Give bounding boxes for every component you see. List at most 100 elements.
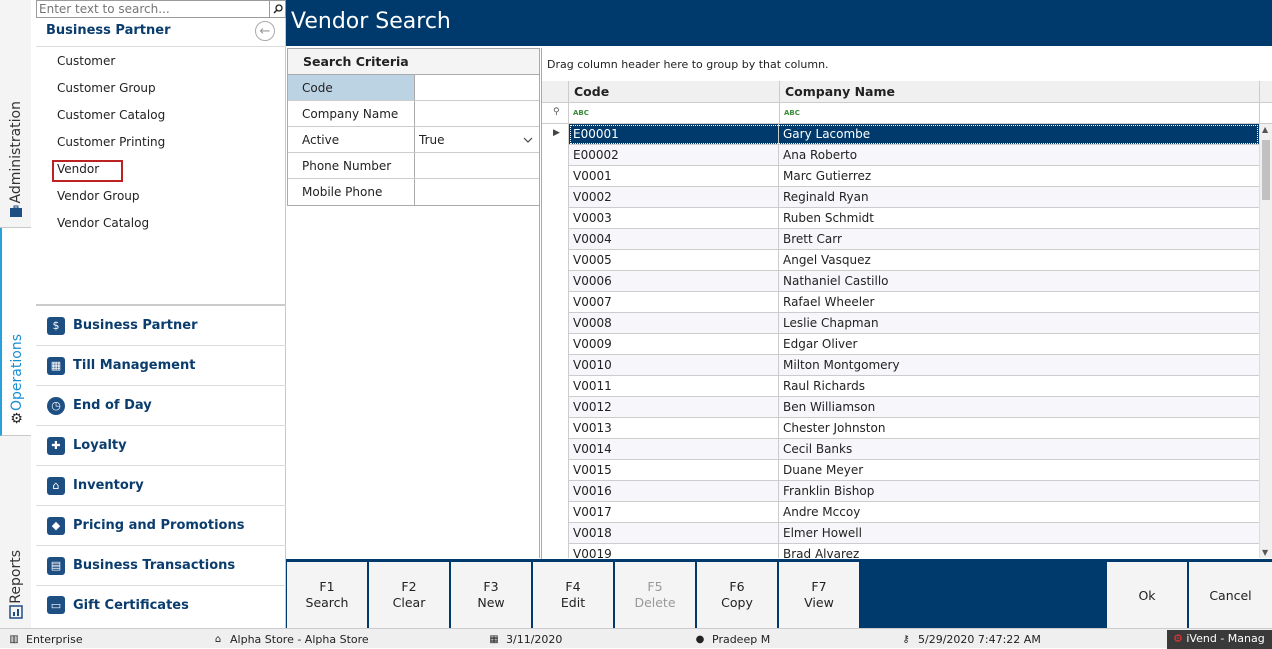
cell-code: V0017 — [569, 502, 779, 522]
view-button[interactable]: F7 View — [779, 562, 859, 628]
cell-code: V0003 — [569, 208, 779, 228]
table-row[interactable]: V0010 Milton Montgomery — [569, 355, 1259, 376]
nav-item-vendor-catalog[interactable]: Vendor Catalog — [57, 213, 149, 233]
category-end-of-day[interactable]: ◷ End of Day — [36, 386, 286, 426]
app-taskbar-button[interactable]: ⚙ iVend - Manag — [1167, 630, 1272, 649]
category-label: Gift Certificates — [73, 597, 189, 613]
criteria-label: Phone Number — [288, 153, 415, 178]
delete-button[interactable]: F5 Delete — [615, 562, 695, 628]
navigation-panel: Business Partner ← Customer Customer Gro… — [36, 0, 286, 628]
table-row[interactable]: V0008 Leslie Chapman — [569, 313, 1259, 334]
nav-item-customer-group[interactable]: Customer Group — [57, 78, 156, 98]
vertical-scrollbar[interactable]: ▲ ▼ — [1259, 124, 1272, 558]
back-arrow-icon[interactable]: ← — [255, 21, 275, 41]
scroll-up-icon[interactable]: ▲ — [1262, 125, 1268, 134]
phone-number-field[interactable] — [415, 153, 539, 178]
new-button[interactable]: F3 New — [451, 562, 531, 628]
app-gear-icon: ⚙ — [1173, 632, 1183, 645]
category-business-transactions[interactable]: ▤ Business Transactions — [36, 546, 286, 586]
edit-button[interactable]: F4 Edit — [533, 562, 613, 628]
category-inventory[interactable]: ⌂ Inventory — [36, 466, 286, 506]
tab-operations[interactable]: Operations ⚙ — [0, 228, 31, 436]
nav-search-input[interactable] — [37, 1, 269, 17]
tab-reports-label: Reports — [7, 550, 24, 604]
table-row[interactable]: E00001 Gary Lacombe — [569, 124, 1259, 145]
category-label: Business Transactions — [73, 558, 236, 573]
table-row[interactable]: V0013 Chester Johnston — [569, 418, 1259, 439]
nav-item-vendor-group[interactable]: Vendor Group — [57, 186, 140, 206]
divider — [36, 46, 286, 47]
category-label: Inventory — [73, 478, 144, 493]
ok-button[interactable]: Ok — [1107, 562, 1187, 628]
search-icon[interactable] — [269, 1, 285, 17]
category-business-partner[interactable]: $ Business Partner — [36, 306, 286, 346]
search-button[interactable]: F1 Search — [287, 562, 367, 628]
pin-icon: ⚲ — [553, 107, 560, 117]
criteria-row-phone-number: Phone Number — [288, 153, 539, 179]
table-row[interactable]: V0006 Nathaniel Castillo — [569, 271, 1259, 292]
table-row[interactable]: V0018 Elmer Howell — [569, 523, 1259, 544]
row-selector-column: ▶ — [542, 124, 569, 558]
cancel-button[interactable]: Cancel — [1189, 562, 1272, 628]
category-pricing-and-promotions[interactable]: ◆ Pricing and Promotions — [36, 506, 286, 546]
company-name-filter-cell[interactable]: ABC — [780, 103, 1260, 124]
category-gift-certificates[interactable]: ▭ Gift Certificates — [36, 586, 286, 624]
text-filter-icon: ABC — [784, 109, 800, 117]
table-row[interactable]: V0001 Marc Gutierrez — [569, 166, 1259, 187]
copy-button[interactable]: F6 Copy — [697, 562, 777, 628]
status-enterprise-text: Enterprise — [26, 633, 83, 646]
status-user-text: Pradeep M — [712, 633, 771, 646]
criteria-row-company-name: Company Name — [288, 101, 539, 127]
cell-code: V0010 — [569, 355, 779, 375]
nav-item-customer[interactable]: Customer — [57, 51, 115, 71]
table-row[interactable]: V0017 Andre Mccoy — [569, 502, 1259, 523]
cell-company-name: Angel Vasquez — [783, 253, 871, 267]
table-row[interactable]: V0019 Brad Alvarez — [569, 544, 1259, 558]
cell-code: V0011 — [569, 376, 779, 396]
report-icon — [8, 604, 24, 620]
text-filter-icon: ABC — [573, 109, 589, 117]
register-icon: ▤ — [47, 556, 65, 575]
nav-item-customer-catalog[interactable]: Customer Catalog — [57, 105, 165, 125]
table-row[interactable]: V0011 Raul Richards — [569, 376, 1259, 397]
table-row[interactable]: V0009 Edgar Oliver — [569, 334, 1259, 355]
nav-item-vendor[interactable]: Vendor — [57, 159, 99, 179]
nav-item-customer-printing[interactable]: Customer Printing — [57, 132, 165, 152]
code-field[interactable] — [415, 75, 539, 100]
cell-company-name: Marc Gutierrez — [783, 169, 872, 183]
criteria-label: Code — [288, 75, 415, 100]
column-header-code[interactable]: Code — [569, 81, 780, 103]
table-row[interactable]: V0016 Franklin Bishop — [569, 481, 1259, 502]
key-icon: ⚷ — [902, 634, 910, 645]
code-filter-cell[interactable]: ABC — [569, 103, 780, 124]
table-row[interactable]: V0002 Reginald Ryan — [569, 187, 1259, 208]
scrollbar-thumb[interactable] — [1262, 140, 1270, 200]
table-row[interactable]: V0004 Brett Carr — [569, 229, 1259, 250]
category-loyalty[interactable]: ✚ Loyalty — [36, 426, 286, 466]
table-row[interactable]: V0007 Rafael Wheeler — [569, 292, 1259, 313]
category-till-management[interactable]: ▦ Till Management — [36, 346, 286, 386]
table-row[interactable]: V0014 Cecil Banks — [569, 439, 1259, 460]
table-row[interactable]: V0005 Angel Vasquez — [569, 250, 1259, 271]
cell-code: V0004 — [569, 229, 779, 249]
column-header-company-name[interactable]: Company Name — [780, 81, 1260, 103]
table-row[interactable]: V0015 Duane Meyer — [569, 460, 1259, 481]
page-title: Vendor Search — [291, 9, 451, 34]
tab-administration[interactable]: Administration — [0, 0, 31, 228]
tab-reports[interactable]: Reports — [0, 436, 31, 628]
mobile-phone-field[interactable] — [415, 179, 539, 205]
cell-company-name: Brett Carr — [783, 232, 842, 246]
table-row[interactable]: V0003 Ruben Schmidt — [569, 208, 1259, 229]
table-row[interactable]: V0012 Ben Williamson — [569, 397, 1259, 418]
table-row[interactable]: E00002 Ana Roberto — [569, 145, 1259, 166]
cell-code: E00002 — [569, 145, 779, 165]
fkey-label: F5 — [647, 579, 663, 594]
clear-button[interactable]: F2 Clear — [369, 562, 449, 628]
scroll-down-icon[interactable]: ▼ — [1262, 548, 1268, 557]
group-by-hint[interactable]: Drag column header here to group by that… — [547, 58, 829, 71]
cell-company-name: Reginald Ryan — [783, 190, 869, 204]
company-name-field[interactable] — [415, 101, 539, 126]
fkey-action: View — [804, 595, 834, 610]
active-select[interactable]: True — [415, 127, 539, 152]
search-criteria-panel: Search Criteria Code Company Name Active… — [287, 48, 540, 206]
